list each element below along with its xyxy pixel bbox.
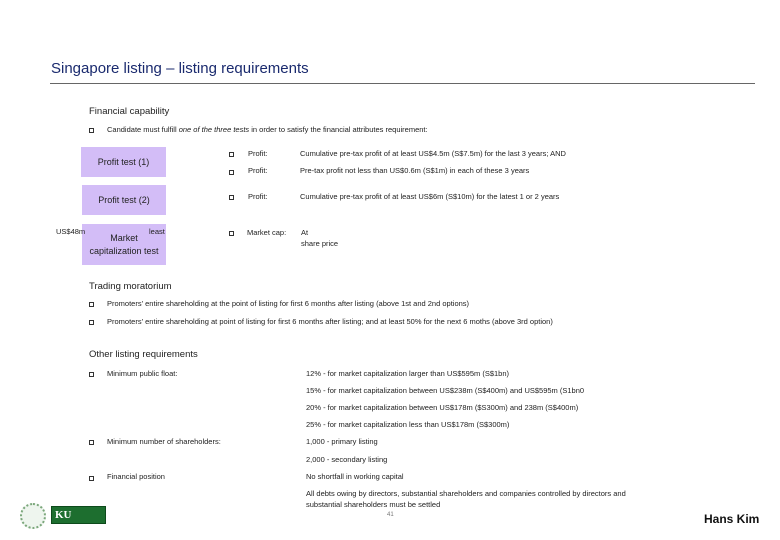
- holders-value: 1,000 - primary listing: [306, 437, 378, 446]
- university-seal-logo: [20, 503, 46, 529]
- float-value: 12% - for market capitalization larger t…: [306, 369, 510, 378]
- test-value: Cumulative pre-tax profit of at least US…: [300, 192, 560, 201]
- position-value: No shortfall in working capital: [306, 472, 404, 481]
- test-key: Profit:: [248, 192, 268, 201]
- test-value: Pre-tax profit not less than US$0.6m (S$…: [300, 166, 530, 175]
- moratorium-item: Promoters' entire shareholding at point …: [107, 317, 553, 326]
- title-divider: [50, 83, 755, 84]
- float-value: 20% - for market capitalization between …: [306, 403, 579, 412]
- bullet-icon: [89, 440, 94, 445]
- position-label: Financial position: [107, 472, 165, 481]
- bullet-icon: [229, 170, 234, 175]
- page-title: Singapore listing – listing requirements: [51, 60, 309, 77]
- bullet-icon: [89, 128, 94, 133]
- moratorium-item: Promoters' entire shareholding at the po…: [107, 299, 470, 308]
- test-key: Profit:: [248, 149, 268, 158]
- holders-value: 2,000 - secondary listing: [306, 455, 388, 464]
- test-value: At: [301, 228, 309, 237]
- ku-logo: KU: [51, 506, 106, 524]
- profit-test-1-box: Profit test (1): [81, 147, 166, 177]
- float-value: 25% - for market capitalization less tha…: [306, 420, 510, 429]
- profit-test-2-box: Profit test (2): [82, 185, 166, 215]
- financial-heading: Financial capability: [89, 106, 170, 117]
- bullet-icon: [89, 302, 94, 307]
- author-name: Hans Kim: [704, 512, 760, 526]
- page-number: 41: [387, 512, 394, 518]
- bullet-icon: [89, 320, 94, 325]
- bullet-icon: [89, 372, 94, 377]
- float-label: Minimum public float:: [107, 369, 178, 378]
- test-value: share price: [301, 239, 339, 248]
- position-value: substantial shareholders must be settled: [306, 500, 441, 509]
- test-key: Market cap:: [247, 228, 287, 237]
- financial-intro: Candidate must fulfill one of the three …: [107, 125, 428, 134]
- test-value: Cumulative pre-tax profit of at least US…: [300, 149, 566, 158]
- other-heading: Other listing requirements: [89, 349, 198, 360]
- market-cap-overflow-left: US$48m: [56, 227, 86, 236]
- position-value: All debts owing by directors, substantia…: [306, 489, 626, 498]
- bullet-icon: [89, 476, 94, 481]
- float-value: 15% - for market capitalization between …: [306, 386, 585, 395]
- bullet-icon: [229, 231, 234, 236]
- bullet-icon: [229, 195, 234, 200]
- market-cap-overflow-right: least: [149, 227, 165, 236]
- moratorium-heading: Trading moratorium: [89, 281, 172, 292]
- holders-label: Minimum number of shareholders:: [107, 437, 221, 446]
- bullet-icon: [229, 152, 234, 157]
- test-key: Profit:: [248, 166, 268, 175]
